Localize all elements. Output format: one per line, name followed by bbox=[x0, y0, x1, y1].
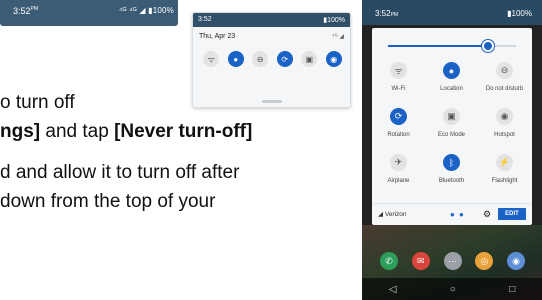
phone-screenshot: 3:52PM ▮100% ᯤ Wi-Fi ● Location ⊖ Do not dist… bbox=[362, 0, 542, 300]
panel-tiles-row: ᯤ ● ⊖ ⟳ ▣ ◉ bbox=[193, 51, 350, 67]
qs-tile-bluetooth[interactable]: ᛒ Bluetooth bbox=[425, 154, 478, 184]
edit-button[interactable]: EDIT bbox=[498, 208, 526, 220]
qs-tile-label: Rotation bbox=[387, 132, 410, 138]
back-icon[interactable]: ◁ bbox=[389, 284, 397, 295]
instruction-line-4: down from the top of your bbox=[0, 191, 216, 212]
navigation-bar: ◁ ○ □ bbox=[362, 278, 542, 300]
quick-panel-thumbnail: 3:52 ▮100% Thu, Apr 23 ⁴ᴳ ◢ ᯤ ● ⊖ ⟳ ▣ ◉ bbox=[192, 12, 351, 108]
qs-tile-location[interactable]: ● Location bbox=[425, 62, 478, 92]
do-not-disturb-icon[interactable]: ⊖ bbox=[252, 51, 269, 67]
qs-tile-hotspot[interactable]: ◉ Hotspot bbox=[478, 108, 531, 138]
qs-tile-label: Wi-Fi bbox=[391, 86, 406, 92]
wifi-icon[interactable]: ᯤ bbox=[203, 51, 220, 67]
panel-date: Thu, Apr 23 bbox=[199, 33, 236, 40]
page-indicator-icon: ● ● bbox=[450, 210, 465, 219]
qs-tile-label: Bluetooth bbox=[438, 178, 465, 184]
qs-tile-label: Do not disturb bbox=[485, 86, 524, 92]
qs-tile-rotation[interactable]: ⟳ Rotation bbox=[372, 108, 425, 138]
panel-time: 3:52 bbox=[198, 16, 212, 23]
status-time: 3:52PM bbox=[13, 6, 39, 16]
home-icon[interactable]: ○ bbox=[450, 284, 456, 295]
screenshot-canvas: 3:52PM ⁴ᴳ ⁴ᴳ ◢ ▮100% o turn off ngs] and… bbox=[0, 0, 542, 300]
instruction-line-3: d and allow it to turn off after bbox=[0, 162, 240, 183]
brightness-knob-icon[interactable] bbox=[481, 40, 494, 52]
phone-status-bar: 3:52PM ▮100% bbox=[362, 0, 542, 25]
rotation-icon[interactable]: ⟳ bbox=[276, 51, 293, 67]
status-bar-thumbnail: 3:52PM ⁴ᴳ ⁴ᴳ ◢ ▮100% bbox=[0, 0, 178, 26]
quick-settings-footer: ◢ Verizon ● ● ⚙ EDIT bbox=[372, 203, 532, 225]
rotation-icon[interactable]: ⟳ bbox=[390, 108, 407, 125]
hotspot-icon[interactable]: ◉ bbox=[325, 51, 342, 67]
eco-mode-icon[interactable]: ▣ bbox=[443, 108, 460, 125]
qs-tile-label: Airplane bbox=[387, 178, 410, 184]
status-icons: ⁴ᴳ ⁴ᴳ ◢ ▮100% bbox=[118, 6, 174, 15]
brightness-slider[interactable] bbox=[388, 40, 516, 52]
phone-icon[interactable]: ✆ bbox=[380, 252, 398, 270]
qs-tile-label: Flashlight bbox=[491, 178, 518, 184]
panel-battery: ▮100% bbox=[323, 17, 345, 24]
qs-tile-label: Eco Mode bbox=[437, 132, 465, 138]
panel-signal: ⁴ᴳ ◢ bbox=[332, 34, 344, 40]
bluetooth-icon[interactable]: ᛒ bbox=[443, 154, 460, 171]
airplane-icon[interactable]: ✈ bbox=[390, 154, 407, 171]
qs-tile-eco-mode[interactable]: ▣ Eco Mode bbox=[425, 108, 478, 138]
location-icon[interactable]: ● bbox=[443, 62, 460, 79]
qs-tile-airplane[interactable]: ✈ Airplane bbox=[372, 154, 425, 184]
camera-icon[interactable]: ◉ bbox=[507, 252, 525, 270]
chrome-icon[interactable]: ◎ bbox=[475, 252, 494, 270]
hotspot-icon[interactable]: ◉ bbox=[496, 108, 513, 125]
eco-mode-icon[interactable]: ▣ bbox=[301, 51, 318, 67]
app-dock: ✆ ✉ ⋯ ◎ ◉ bbox=[380, 252, 525, 270]
apps-icon[interactable]: ⋯ bbox=[443, 252, 462, 270]
phone-battery: ▮100% bbox=[507, 9, 532, 18]
qs-tile-do-not-disturb[interactable]: ⊖ Do not disturb bbox=[478, 62, 531, 92]
instruction-line-2: ngs] and tap [Never turn-off] bbox=[0, 121, 253, 142]
wifi-icon[interactable]: ᯤ bbox=[390, 62, 407, 79]
panel-status-bar: 3:52 ▮100% bbox=[193, 13, 350, 27]
carrier-label: ◢ Verizon bbox=[378, 211, 407, 218]
location-icon[interactable]: ● bbox=[227, 51, 244, 67]
panel-drag-handle[interactable] bbox=[262, 100, 282, 103]
qs-tile-label: Location bbox=[440, 86, 463, 92]
gear-icon[interactable]: ⚙ bbox=[483, 209, 491, 220]
messages-icon[interactable]: ✉ bbox=[411, 252, 430, 270]
qs-tile-wi-fi[interactable]: ᯤ Wi-Fi bbox=[372, 62, 425, 92]
phone-time: 3:52PM bbox=[375, 9, 399, 18]
do-not-disturb-icon[interactable]: ⊖ bbox=[496, 62, 513, 79]
quick-settings-shade: ᯤ Wi-Fi ● Location ⊖ Do not disturb ⟳ Rotation ▣… bbox=[372, 28, 532, 225]
qs-tile-flashlight[interactable]: ⚡ Flashlight bbox=[478, 154, 531, 184]
flashlight-icon[interactable]: ⚡ bbox=[496, 154, 513, 171]
qs-tile-label: Hotspot bbox=[494, 132, 515, 138]
instruction-line-1: o turn off bbox=[0, 92, 75, 113]
recents-icon[interactable]: □ bbox=[509, 284, 515, 295]
brightness-fill bbox=[388, 45, 488, 47]
